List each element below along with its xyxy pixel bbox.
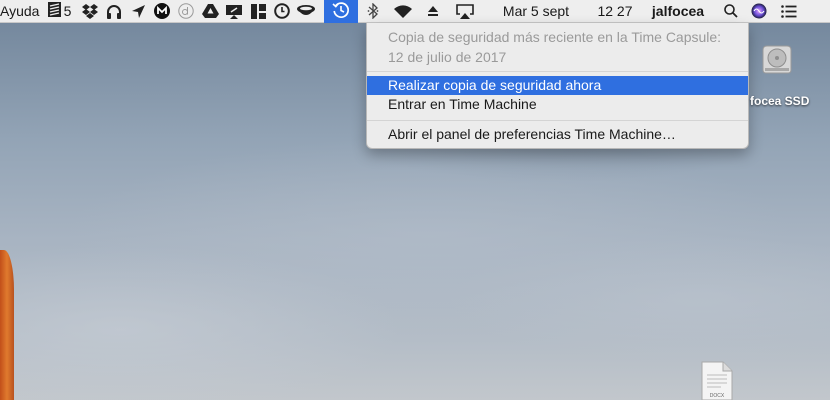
- m-app-icon[interactable]: [150, 0, 174, 23]
- grid-app-icon[interactable]: [246, 0, 270, 23]
- menubar-date[interactable]: Mar 5 sept: [482, 0, 590, 23]
- screen-share-icon[interactable]: [222, 0, 246, 23]
- d-app-icon[interactable]: [174, 0, 198, 23]
- last-backup-status: Copia de seguridad más reciente en la Ti…: [388, 27, 738, 67]
- clock-app-icon[interactable]: [270, 0, 294, 23]
- airplay-icon[interactable]: [448, 0, 482, 23]
- drive-icon[interactable]: [198, 0, 222, 23]
- menu-bar: Ayuda 5 Mar 5 sept 12 27 jalfocea: [0, 0, 830, 23]
- ssd-disk-label[interactable]: focea SSD: [750, 94, 809, 108]
- location-arrow-icon[interactable]: [126, 0, 150, 23]
- backup-now-menu-item[interactable]: Realizar copia de seguridad ahora: [367, 76, 748, 95]
- wifi-icon[interactable]: [388, 0, 418, 23]
- last-backup-status-line1: Copia de seguridad más reciente en la Ti…: [388, 29, 722, 45]
- time-machine-dropdown: Copia de seguridad más reciente en la Ti…: [366, 23, 749, 149]
- open-preferences-menu-item[interactable]: Abrir el panel de preferencias Time Mach…: [367, 125, 748, 144]
- bluetooth-icon[interactable]: [358, 0, 388, 23]
- menu-separator: [367, 120, 748, 121]
- stack-icon: [47, 2, 61, 20]
- docx-file-icon[interactable]: DOCX: [701, 361, 733, 400]
- last-backup-status-line2: 12 de julio de 2017: [388, 49, 507, 65]
- docx-extension-label: DOCX: [710, 393, 725, 399]
- siri-icon[interactable]: [746, 0, 772, 23]
- notification-center-icon[interactable]: [772, 0, 806, 23]
- time-machine-menu-button[interactable]: [324, 0, 358, 23]
- wallpaper-rock: [0, 250, 14, 400]
- menu-separator: [367, 71, 748, 72]
- eject-icon[interactable]: [418, 0, 448, 23]
- coffee-icon[interactable]: [294, 0, 318, 23]
- spotlight-icon[interactable]: [716, 0, 746, 23]
- dropbox-icon[interactable]: [78, 0, 102, 23]
- stack-status-item[interactable]: 5: [44, 0, 78, 23]
- help-menu[interactable]: Ayuda: [0, 0, 44, 23]
- counter-badge: 5: [63, 3, 72, 19]
- time-machine-icon: [332, 1, 350, 22]
- menubar-user[interactable]: jalfocea: [640, 0, 716, 23]
- enter-time-machine-menu-item[interactable]: Entrar en Time Machine: [367, 95, 748, 114]
- menubar-time[interactable]: 12 27: [590, 0, 640, 23]
- ssd-disk-icon[interactable]: [760, 44, 794, 74]
- headphones-icon[interactable]: [102, 0, 126, 23]
